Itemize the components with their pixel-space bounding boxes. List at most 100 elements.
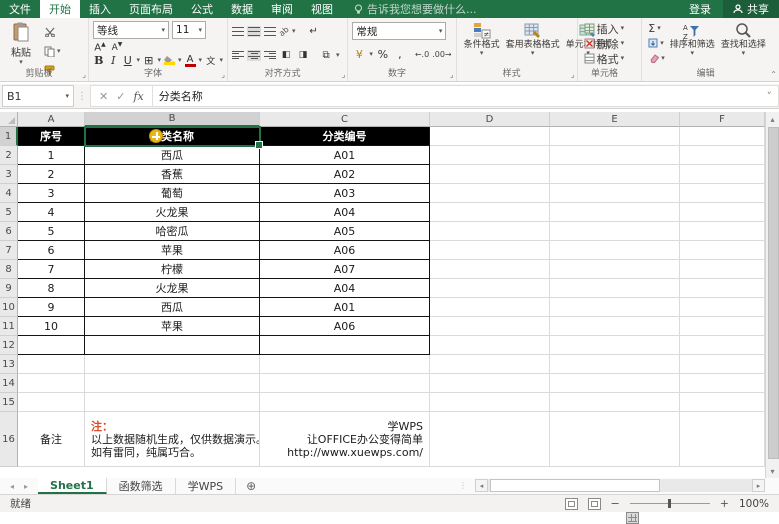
cell-E14[interactable] bbox=[550, 374, 680, 393]
scroll-up-icon[interactable]: ▴ bbox=[766, 112, 779, 126]
cell-C7[interactable]: A06 bbox=[260, 241, 430, 260]
tell-me-box[interactable]: 告诉我您想要做什么... bbox=[354, 0, 477, 18]
dialog-launcher-icon[interactable]: ⌟ bbox=[450, 70, 454, 80]
cell-B6[interactable]: 哈密瓜 bbox=[85, 222, 260, 241]
row-header-2[interactable]: 2 bbox=[0, 146, 18, 165]
cell-E15[interactable] bbox=[550, 393, 680, 412]
cell-A10[interactable]: 9 bbox=[18, 298, 85, 317]
border-icon[interactable]: ⊞ bbox=[143, 54, 154, 67]
font-name-select[interactable]: 等线▾ bbox=[93, 21, 169, 39]
cell-F5[interactable] bbox=[680, 203, 765, 222]
conditional-formatting-button[interactable]: ≠ 条件格式 ▾ bbox=[461, 21, 503, 57]
prev-sheet-icon[interactable]: ◂ bbox=[10, 482, 14, 491]
scroll-left-icon[interactable]: ◂ bbox=[475, 479, 488, 492]
fill-button[interactable]: ▾ bbox=[646, 36, 667, 50]
normal-view-icon[interactable] bbox=[626, 512, 639, 524]
menu-tab[interactable]: 文件 bbox=[0, 0, 40, 18]
number-format-select[interactable]: 常规▾ bbox=[352, 22, 446, 40]
cell-D5[interactable] bbox=[430, 203, 550, 222]
font-color-icon[interactable]: A bbox=[185, 55, 196, 67]
cell-E1[interactable] bbox=[550, 127, 680, 146]
percent-icon[interactable]: % bbox=[376, 48, 390, 61]
row-header-13[interactable]: 13 bbox=[0, 355, 18, 374]
cell-F7[interactable] bbox=[680, 241, 765, 260]
cell-A12[interactable] bbox=[18, 336, 85, 355]
dialog-launcher-icon[interactable]: ⌟ bbox=[571, 70, 575, 80]
cell-B8[interactable]: 柠檬 bbox=[85, 260, 260, 279]
cell-D12[interactable] bbox=[430, 336, 550, 355]
share-button[interactable]: 共享 bbox=[723, 0, 779, 18]
page-break-view-icon[interactable] bbox=[588, 498, 601, 510]
align-top-icon[interactable] bbox=[232, 27, 244, 36]
autosum-button[interactable]: Σ▾ bbox=[646, 21, 667, 35]
cell-A6[interactable]: 5 bbox=[18, 222, 85, 241]
cell-A1[interactable]: 序号 bbox=[18, 127, 85, 146]
cell-C5[interactable]: A04 bbox=[260, 203, 430, 222]
cell-A14[interactable] bbox=[18, 374, 85, 393]
vertical-scroll-thumb[interactable] bbox=[768, 127, 779, 459]
cell-B2[interactable]: 西瓜 bbox=[85, 146, 260, 165]
cell-D15[interactable] bbox=[430, 393, 550, 412]
cell-B12[interactable] bbox=[85, 336, 260, 355]
column-header-F[interactable]: F bbox=[680, 112, 765, 127]
currency-icon[interactable]: ¥ bbox=[352, 48, 366, 61]
row-header-1[interactable]: 1 bbox=[0, 127, 18, 146]
cell-A5[interactable]: 4 bbox=[18, 203, 85, 222]
cell-A11[interactable]: 10 bbox=[18, 317, 85, 336]
row-header-4[interactable]: 4 bbox=[0, 184, 18, 203]
zoom-slider-thumb[interactable] bbox=[668, 499, 671, 508]
horizontal-scrollbar[interactable]: ◂ ▸ bbox=[475, 479, 765, 492]
cell-A2[interactable]: 1 bbox=[18, 146, 85, 165]
cell-B13[interactable] bbox=[85, 355, 260, 374]
row-header-16[interactable]: 16 bbox=[0, 412, 18, 467]
dialog-launcher-icon[interactable]: ⌟ bbox=[342, 70, 346, 80]
cell-C1[interactable]: 分类编号 bbox=[260, 127, 430, 146]
row-header-15[interactable]: 15 bbox=[0, 393, 18, 412]
merge-center-icon[interactable]: ⧉ bbox=[319, 50, 333, 61]
cell-A15[interactable] bbox=[18, 393, 85, 412]
row-header-9[interactable]: 9 bbox=[0, 279, 18, 298]
copy-button[interactable]: ▾ bbox=[42, 42, 63, 60]
cell-F16[interactable] bbox=[680, 412, 765, 467]
horizontal-scroll-thumb[interactable] bbox=[490, 479, 660, 492]
column-header-B[interactable]: B bbox=[85, 112, 260, 127]
cell-D11[interactable] bbox=[430, 317, 550, 336]
align-middle-icon[interactable] bbox=[247, 26, 261, 37]
cell-F15[interactable] bbox=[680, 393, 765, 412]
cell-E4[interactable] bbox=[550, 184, 680, 203]
cell-E9[interactable] bbox=[550, 279, 680, 298]
italic-button[interactable]: I bbox=[108, 54, 119, 67]
increase-indent-icon[interactable]: ◨ bbox=[296, 50, 310, 60]
cell-C3[interactable]: A02 bbox=[260, 165, 430, 184]
cell-B7[interactable]: 苹果 bbox=[85, 241, 260, 260]
sheet-tab[interactable]: Sheet1 bbox=[38, 478, 107, 494]
page-layout-view-icon[interactable] bbox=[565, 498, 578, 510]
cell-F10[interactable] bbox=[680, 298, 765, 317]
cell-E7[interactable] bbox=[550, 241, 680, 260]
column-header-A[interactable]: A bbox=[18, 112, 85, 127]
decrease-decimal-icon[interactable]: .00→ bbox=[432, 50, 451, 59]
align-left-icon[interactable] bbox=[232, 51, 244, 60]
cell-F6[interactable] bbox=[680, 222, 765, 241]
login-button[interactable]: 登录 bbox=[677, 0, 723, 18]
cell-D4[interactable] bbox=[430, 184, 550, 203]
cell-E8[interactable] bbox=[550, 260, 680, 279]
cell-E12[interactable] bbox=[550, 336, 680, 355]
cell-C11[interactable]: A06 bbox=[260, 317, 430, 336]
cell-F1[interactable] bbox=[680, 127, 765, 146]
zoom-out-icon[interactable]: − bbox=[611, 497, 620, 510]
cell-F2[interactable] bbox=[680, 146, 765, 165]
row-header-12[interactable]: 12 bbox=[0, 336, 18, 355]
comma-icon[interactable]: , bbox=[393, 48, 407, 61]
bold-button[interactable]: B bbox=[93, 54, 104, 67]
cell-F9[interactable] bbox=[680, 279, 765, 298]
enter-icon[interactable]: ✓ bbox=[116, 90, 125, 103]
cell-E6[interactable] bbox=[550, 222, 680, 241]
cell-F13[interactable] bbox=[680, 355, 765, 374]
cell-D1[interactable] bbox=[430, 127, 550, 146]
cell-B9[interactable]: 火龙果 bbox=[85, 279, 260, 298]
select-all-corner[interactable] bbox=[0, 112, 18, 127]
cell-D13[interactable] bbox=[430, 355, 550, 374]
cell-D8[interactable] bbox=[430, 260, 550, 279]
add-sheet-icon[interactable]: ⊕ bbox=[236, 478, 266, 494]
